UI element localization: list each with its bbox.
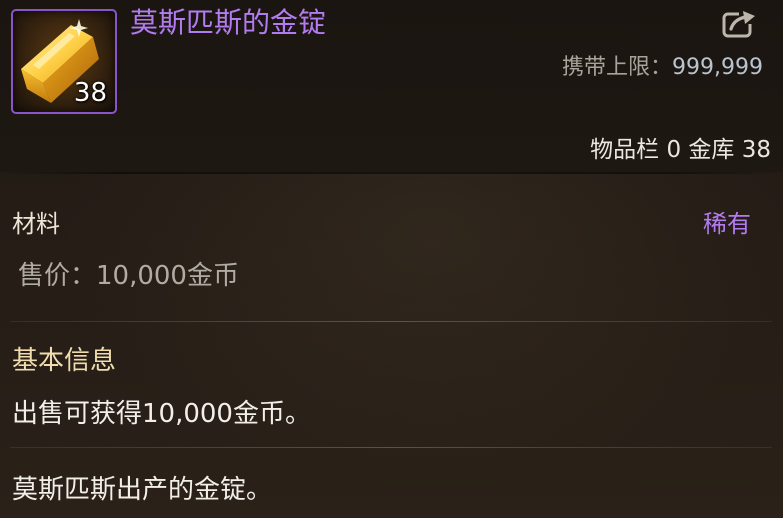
item-description: 莫斯匹斯出产的金锭。 xyxy=(12,475,273,505)
item-tooltip-panel: 38 莫斯匹斯的金锭 携带上限：999,999 物品栏 0 金库 38 材料 稀… xyxy=(0,0,783,518)
item-sell-price: 售价：10,000金币 xyxy=(18,261,239,291)
section-title-basic-info: 基本信息 xyxy=(12,346,117,376)
divider xyxy=(10,321,772,322)
carry-limit: 携带上限：999,999 xyxy=(562,54,763,82)
carry-limit-value: 999,999 xyxy=(672,55,763,80)
item-icon-slot: 38 xyxy=(11,9,117,114)
item-quantity: 38 xyxy=(73,78,107,108)
item-name: 莫斯匹斯的金锭 xyxy=(130,6,327,39)
sell-info-text: 出售可获得10,000金币。 xyxy=(12,399,311,429)
item-rarity: 稀有 xyxy=(703,210,751,238)
share-button[interactable] xyxy=(722,8,758,38)
share-export-icon xyxy=(722,8,758,38)
divider xyxy=(10,447,772,448)
inventory-storage-count: 物品栏 0 金库 38 xyxy=(590,137,771,163)
carry-limit-label: 携带上限： xyxy=(562,55,673,80)
header-separator xyxy=(0,172,783,174)
item-type: 材料 xyxy=(12,210,60,238)
